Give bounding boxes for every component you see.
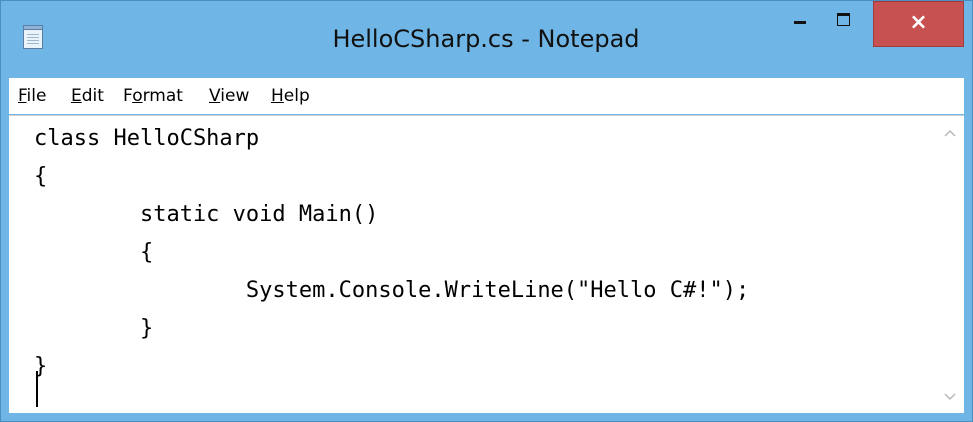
menu-help-mnemonic: H [271, 86, 284, 106]
menu-edit-rest: dit [81, 86, 104, 106]
window-title: HelloCSharp.cs - Notepad [332, 25, 640, 53]
menu-format-pre: F [123, 86, 133, 106]
menu-view[interactable]: View [209, 78, 249, 114]
title-bar[interactable]: HelloCSharp.cs - Notepad × [1, 1, 972, 78]
minimize-button[interactable] [777, 1, 821, 49]
scroll-down-arrow-icon[interactable] [943, 390, 957, 404]
maximize-icon [837, 13, 850, 26]
editor-content[interactable]: class HelloCSharp { static void Main() {… [34, 120, 749, 386]
notepad-icon[interactable] [23, 25, 43, 49]
notepad-window: HelloCSharp.cs - Notepad × File Edit For… [0, 0, 973, 422]
maximize-button[interactable] [821, 1, 865, 49]
text-caret [36, 371, 38, 407]
menu-file[interactable]: File [18, 78, 46, 114]
minimize-icon [794, 21, 806, 24]
menu-format-mnemonic: o [132, 86, 143, 106]
menu-edit-mnemonic: E [71, 86, 82, 106]
menu-format[interactable]: Format [123, 78, 183, 114]
menu-help-rest: elp [283, 86, 310, 106]
menu-bar: File Edit Format View Help [9, 78, 964, 114]
close-button[interactable]: × [873, 1, 964, 47]
menu-view-mnemonic: V [209, 86, 221, 106]
menu-file-mnemonic: F [18, 86, 27, 106]
menu-edit[interactable]: Edit [71, 78, 104, 114]
menu-help[interactable]: Help [271, 78, 310, 114]
menu-view-rest: iew [220, 86, 250, 106]
scroll-up-arrow-icon[interactable] [943, 126, 957, 140]
close-icon: × [909, 10, 928, 35]
menu-format-rest: rmat [142, 86, 183, 106]
menu-file-rest: ile [26, 86, 47, 106]
text-editor[interactable]: class HelloCSharp { static void Main() {… [9, 115, 964, 413]
